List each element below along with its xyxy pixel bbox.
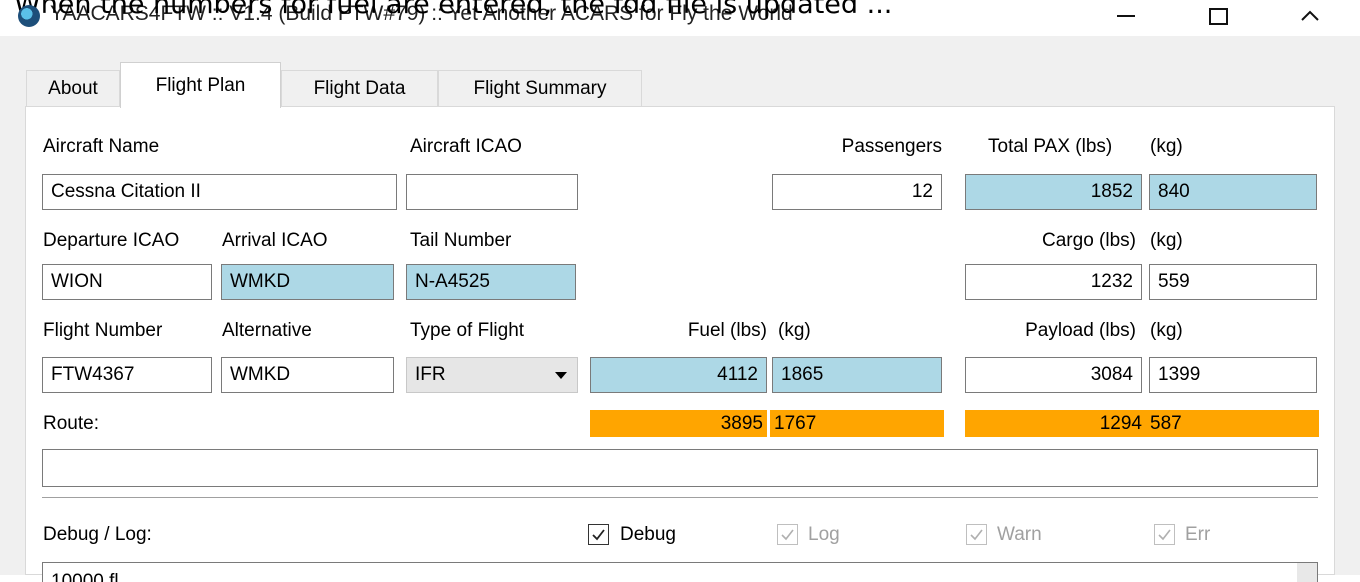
fuel-kg-label: (kg) xyxy=(778,320,811,341)
caption-text: When the numbers for fuel are entered, t… xyxy=(14,0,893,20)
checkmark-icon xyxy=(592,529,605,541)
tab-label: About xyxy=(48,77,98,99)
checkmark-icon xyxy=(970,529,983,541)
route-input[interactable] xyxy=(42,449,1318,487)
tab-flight-summary[interactable]: Flight Summary xyxy=(438,70,642,106)
alternative-label: Alternative xyxy=(222,320,312,341)
computed-payload-lbs: 1294 xyxy=(965,410,1146,437)
payload-kg-input[interactable]: 1399 xyxy=(1149,357,1317,393)
aircraft-name-label: Aircraft Name xyxy=(43,136,160,157)
total-pax-lbs-label: Total PAX (lbs) xyxy=(988,136,1113,157)
total-pax-kg-field[interactable]: 840 xyxy=(1149,174,1317,210)
total-pax-kg-label: (kg) xyxy=(1150,136,1183,157)
fuel-kg-input[interactable]: 1865 xyxy=(772,357,942,393)
maximize-icon xyxy=(1208,7,1228,25)
warn-checkbox[interactable] xyxy=(966,524,987,545)
type-of-flight-select[interactable]: IFR xyxy=(406,357,578,393)
debug-log-label: Debug / Log: xyxy=(43,524,152,545)
log-textarea[interactable]: 10000 fl... xyxy=(42,562,1318,582)
debug-checkbox[interactable] xyxy=(588,524,609,545)
route-label: Route: xyxy=(43,413,99,434)
app-logo-icon xyxy=(18,5,40,27)
flight-number-label: Flight Number xyxy=(43,320,163,341)
type-of-flight-value: IFR xyxy=(415,364,446,385)
computed-payload-kg: 587 xyxy=(1146,410,1319,437)
alternative-input[interactable]: WMKD xyxy=(221,357,394,393)
passengers-input[interactable]: 12 xyxy=(772,174,942,210)
checkmark-icon xyxy=(781,529,794,541)
tab-about[interactable]: About xyxy=(26,70,120,106)
computed-fuel-kg: 1767 xyxy=(770,410,944,437)
log-checkbox[interactable] xyxy=(777,524,798,545)
minimize-button[interactable] xyxy=(1096,0,1156,32)
departure-icao-label: Departure ICAO xyxy=(43,230,180,251)
arrival-icao-label: Arrival ICAO xyxy=(222,230,328,251)
arrival-icao-input[interactable]: WMKD xyxy=(221,264,394,300)
err-checkbox-label: Err xyxy=(1185,524,1211,545)
checkmark-icon xyxy=(1158,529,1171,541)
tab-flight-data[interactable]: Flight Data xyxy=(281,70,438,106)
fuel-lbs-label: Fuel (lbs) xyxy=(687,320,767,341)
log-line: 10000 fl... xyxy=(51,571,135,582)
tab-label: Flight Plan xyxy=(155,74,246,96)
tail-number-input[interactable]: N-A4525 xyxy=(406,264,576,300)
tail-number-label: Tail Number xyxy=(410,230,512,251)
departure-icao-input[interactable]: WION xyxy=(42,264,212,300)
debug-checkbox-label: Debug xyxy=(620,524,676,545)
payload-lbs-input[interactable]: 3084 xyxy=(965,357,1142,393)
passengers-label: Passengers xyxy=(841,136,942,157)
cargo-lbs-label: Cargo (lbs) xyxy=(1042,230,1136,251)
tab-label: Flight Summary xyxy=(473,77,607,99)
aircraft-name-input[interactable]: Cessna Citation II xyxy=(42,174,397,210)
flight-number-input[interactable]: FTW4367 xyxy=(42,357,212,393)
aircraft-icao-input[interactable] xyxy=(406,174,578,210)
payload-kg-label: (kg) xyxy=(1150,320,1183,341)
fuel-lbs-input[interactable]: 4112 xyxy=(590,357,767,393)
computed-fuel-lbs: 3895 xyxy=(590,410,767,437)
warn-checkbox-label: Warn xyxy=(997,524,1042,545)
type-of-flight-label: Type of Flight xyxy=(410,320,525,341)
minimize-icon xyxy=(1117,15,1135,17)
log-checkbox-label: Log xyxy=(808,524,840,545)
err-checkbox[interactable] xyxy=(1154,524,1175,545)
chevron-down-icon xyxy=(555,372,567,379)
close-button[interactable] xyxy=(1280,0,1340,32)
tab-label: Flight Data xyxy=(313,77,406,99)
tab-flight-plan[interactable]: Flight Plan xyxy=(120,62,281,108)
maximize-button[interactable] xyxy=(1188,0,1248,32)
close-icon xyxy=(1301,10,1319,21)
payload-lbs-label: Payload (lbs) xyxy=(1025,320,1136,341)
aircraft-icao-label: Aircraft ICAO xyxy=(410,136,522,157)
cargo-kg-label: (kg) xyxy=(1150,230,1183,251)
log-scrollbar[interactable] xyxy=(1297,563,1317,582)
cargo-kg-input[interactable]: 559 xyxy=(1149,264,1317,300)
total-pax-lbs-field[interactable]: 1852 xyxy=(965,174,1142,210)
cargo-lbs-input[interactable]: 1232 xyxy=(965,264,1142,300)
divider xyxy=(42,497,1318,498)
